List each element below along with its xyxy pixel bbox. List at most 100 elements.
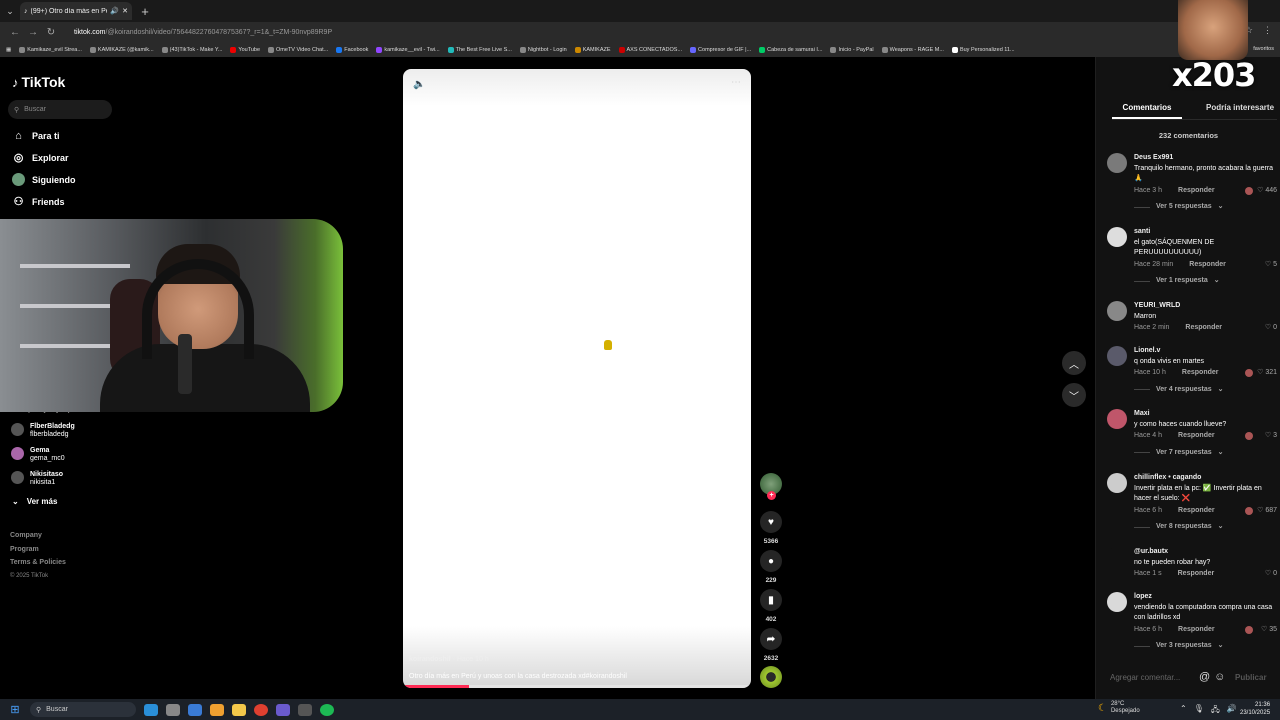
- nav-para-ti[interactable]: ⌂ Para ti: [12, 129, 59, 142]
- reply-button[interactable]: Responder: [1178, 186, 1215, 197]
- nav-siguiendo[interactable]: Siguiendo: [12, 173, 76, 186]
- view-replies-button[interactable]: Ver 3 respuestas ⌄: [1134, 641, 1277, 652]
- comment-user[interactable]: @ur.bautx: [1134, 547, 1277, 558]
- bookmark-item[interactable]: YouTube: [230, 46, 260, 53]
- browser-tab-active[interactable]: ♪ (99+) Otro día más en Perú 🔊 ✕: [20, 2, 132, 20]
- follow-plus-icon[interactable]: +: [767, 491, 776, 500]
- view-replies-button[interactable]: Ver 1 respuesta ⌄: [1134, 276, 1277, 287]
- bookmark-item[interactable]: Kamikaze_evil Strea...: [19, 46, 82, 53]
- comment-like-button[interactable]: ♡ 0: [1265, 569, 1277, 580]
- view-replies-button[interactable]: Ver 7 respuestas ⌄: [1134, 448, 1277, 459]
- avatar[interactable]: [1107, 227, 1127, 247]
- bookmark-item[interactable]: Buy Personalized 11...: [951, 46, 1015, 53]
- reply-button[interactable]: Responder: [1178, 569, 1215, 580]
- mention-icon[interactable]: @: [1199, 671, 1210, 683]
- edge-icon[interactable]: [144, 703, 158, 716]
- footer-program-link[interactable]: Program: [10, 543, 66, 557]
- bookmark-item[interactable]: (43)TikTok - Make Y...: [161, 46, 222, 53]
- bookmark-item[interactable]: AXS CONECTADOS...: [618, 46, 682, 53]
- heart-icon[interactable]: ♥: [760, 511, 782, 533]
- emoji-icon[interactable]: ☺: [1214, 671, 1225, 683]
- ver-mas-button[interactable]: ⌄ Ver más: [12, 497, 57, 506]
- bookmark-item[interactable]: Compresor de GIF |...: [690, 46, 751, 53]
- comment-icon[interactable]: ●: [760, 550, 782, 572]
- comment-user[interactable]: Maxi: [1134, 409, 1277, 420]
- avatar[interactable]: [1107, 301, 1127, 321]
- bookmark-item[interactable]: OmeTV Video Chat...: [268, 46, 328, 53]
- apps-grid-icon[interactable]: ▦: [6, 47, 11, 53]
- comment-user[interactable]: lopez: [1134, 592, 1277, 603]
- video-progress-bar[interactable]: [403, 685, 751, 688]
- comment-like-button[interactable]: ♡ 321: [1257, 368, 1277, 379]
- comment-user[interactable]: YEURI_WRLD: [1134, 301, 1277, 312]
- bookmark-item[interactable]: kamikaze__evil - Twi...: [376, 46, 440, 53]
- music-disc-icon[interactable]: [760, 666, 782, 688]
- comment-like-button[interactable]: ♡ 35: [1261, 625, 1277, 636]
- reply-button[interactable]: Responder: [1189, 260, 1226, 271]
- comment-like-button[interactable]: ♡ 5: [1265, 260, 1277, 271]
- spotify-icon[interactable]: [320, 703, 334, 716]
- reply-button[interactable]: Responder: [1185, 323, 1222, 334]
- mic-icon[interactable]: 🎙: [1194, 704, 1204, 718]
- forward-icon[interactable]: →: [24, 27, 42, 38]
- reply-button[interactable]: Responder: [1178, 625, 1215, 636]
- previous-video-button[interactable]: ︿: [1062, 351, 1086, 375]
- comment-like-button[interactable]: ♡ 446: [1257, 186, 1277, 197]
- comment-like-button[interactable]: ♡ 3: [1265, 431, 1277, 442]
- menu-kebab-icon[interactable]: ⋮: [1263, 25, 1272, 36]
- windows-start-icon[interactable]: ⊞: [0, 703, 30, 716]
- chrome-icon[interactable]: [254, 703, 268, 716]
- system-clock[interactable]: 21:36 23/10/2025: [1240, 701, 1270, 717]
- bookmark-item[interactable]: KAMIKAZE (@kamik...: [89, 46, 154, 53]
- view-replies-button[interactable]: Ver 8 respuestas ⌄: [1134, 522, 1277, 533]
- footer-terms-link[interactable]: Terms & Policies: [10, 556, 66, 570]
- like-action[interactable]: ♥ 5366: [759, 511, 783, 545]
- share-icon[interactable]: ➦: [760, 628, 782, 650]
- comment-like-button[interactable]: ♡ 0: [1265, 323, 1277, 334]
- url-field[interactable]: tiktok.com/@koirandoshil/video/756448227…: [74, 29, 332, 36]
- bookmark-icon[interactable]: ▮: [760, 589, 782, 611]
- search-input[interactable]: ⚲ Buscar: [8, 100, 112, 119]
- bookmark-item[interactable]: KAMIKAZE: [574, 46, 611, 53]
- comment-action[interactable]: ● 229: [759, 550, 783, 584]
- bookmark-item[interactable]: Cabeza de samurai I...: [759, 46, 822, 53]
- avatar[interactable]: [1107, 473, 1127, 493]
- reload-icon[interactable]: ↻: [42, 27, 60, 38]
- video-author[interactable]: koirandoshil · Hace 10 h: [409, 656, 489, 663]
- avatar[interactable]: [1107, 153, 1127, 173]
- tab-list-dropdown-icon[interactable]: ⌄: [0, 1, 20, 21]
- volume-icon[interactable]: 🔊: [1227, 704, 1237, 718]
- bookmark-item[interactable]: Inicio - PayPal: [830, 46, 874, 53]
- tab-comentarios[interactable]: Comentarios: [1112, 103, 1182, 119]
- reply-button[interactable]: Responder: [1178, 431, 1215, 442]
- post-comment-button[interactable]: Publicar: [1235, 673, 1267, 682]
- view-replies-button[interactable]: Ver 5 respuestas ⌄: [1134, 202, 1277, 213]
- bookmark-item[interactable]: The Best Free Live S...: [447, 46, 512, 53]
- bookmark-item[interactable]: Weapons - RAGE M...: [881, 46, 944, 53]
- save-action[interactable]: ▮ 402: [759, 589, 783, 623]
- chevron-up-icon[interactable]: ⌃: [1180, 704, 1187, 718]
- back-icon[interactable]: ←: [6, 27, 24, 38]
- comment-user[interactable]: Lionel.v: [1134, 346, 1277, 357]
- bookmark-item[interactable]: Facebook: [336, 46, 368, 53]
- comment-user[interactable]: chillinflex • cagando: [1134, 473, 1277, 484]
- nav-explorar[interactable]: ◎ Explorar: [12, 151, 69, 164]
- following-account[interactable]: Nikisitaso nikisita1: [11, 471, 63, 487]
- bookmark-item[interactable]: Nightbot - Login: [519, 46, 567, 53]
- next-video-button[interactable]: ﹀: [1062, 383, 1086, 407]
- obs-icon[interactable]: [298, 703, 312, 716]
- avatar[interactable]: [1107, 409, 1127, 429]
- app-icon[interactable]: [166, 703, 180, 716]
- avatar[interactable]: [1107, 547, 1127, 567]
- comment-user[interactable]: santi: [1134, 227, 1277, 238]
- weather-widget[interactable]: ☾ 28°C Despejado: [1098, 701, 1140, 715]
- app-icon[interactable]: [210, 703, 224, 716]
- share-action[interactable]: ➦ 2632: [759, 628, 783, 662]
- view-replies-button[interactable]: Ver 4 respuestas ⌄: [1134, 385, 1277, 396]
- all-bookmarks-folder[interactable]: favoritos: [1253, 46, 1274, 52]
- comment-user[interactable]: Deus Ex991: [1134, 153, 1277, 164]
- reply-button[interactable]: Responder: [1178, 506, 1215, 517]
- taskbar-search[interactable]: ⚲ Buscar: [30, 702, 136, 717]
- nav-friends[interactable]: ⚇ Friends: [12, 195, 65, 208]
- new-tab-button[interactable]: +: [136, 4, 154, 19]
